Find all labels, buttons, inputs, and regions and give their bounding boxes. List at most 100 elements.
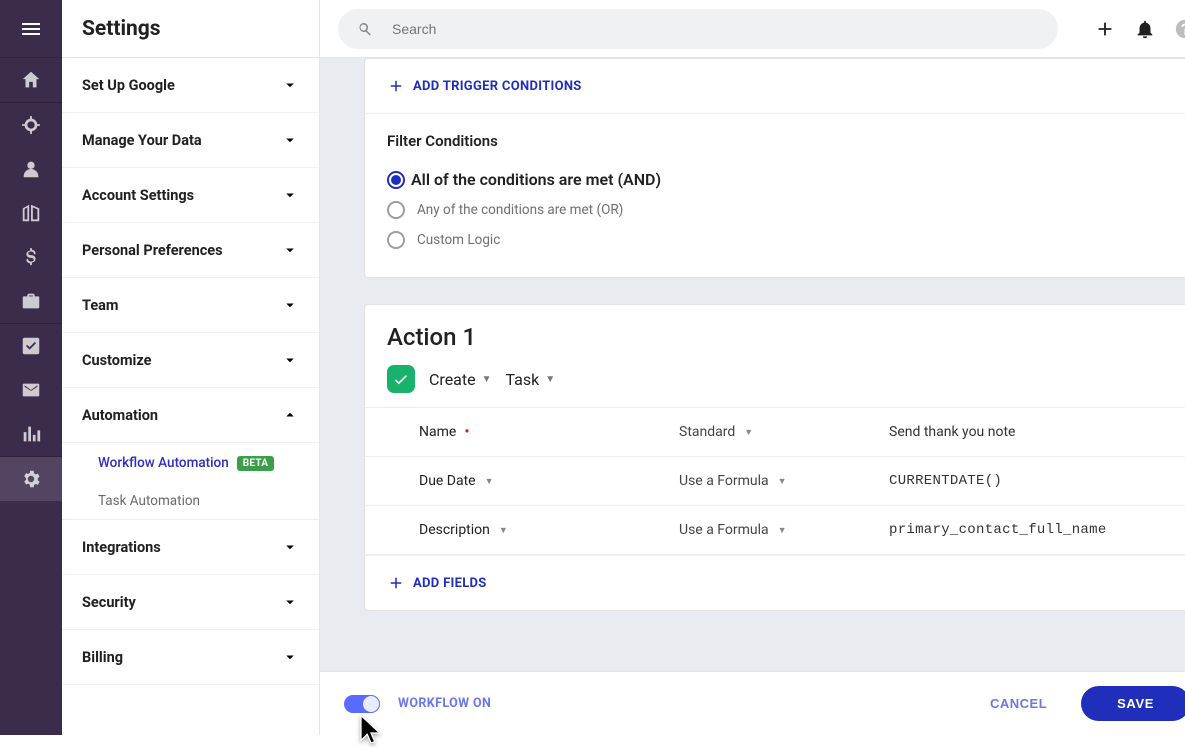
sidebar-item[interactable]: Manage Your Data [62,113,319,168]
search-input[interactable] [390,20,1040,38]
sidebar-item-label: Team [82,297,118,314]
settings-sidebar: Settings Set Up GoogleManage Your DataAc… [62,0,320,735]
field-row: Name•Standard▼Send thank you note [365,408,1185,457]
sidebar-item-label: Personal Preferences [82,242,223,259]
chevron-down-icon [281,241,299,259]
action-status-icon [387,365,415,393]
sidebar-item[interactable]: Automation [62,388,319,443]
search-icon [356,20,374,38]
nav-target[interactable] [0,103,62,147]
field-value[interactable]: Send thank you note [889,424,1171,440]
notifications-button[interactable] [1134,18,1156,40]
add-trigger-conditions-button[interactable]: ADD TRIGGER CONDITIONS [365,59,1185,114]
person-icon [20,158,42,180]
nav-chart[interactable] [0,412,62,456]
nav-home[interactable] [0,58,62,102]
nav-person[interactable] [0,147,62,191]
filter-radio-option[interactable]: All of the conditions are met (AND) [387,164,1171,195]
nav-check[interactable] [0,324,62,368]
filter-conditions-section: Filter Conditions All of the conditions … [365,114,1185,277]
field-name-select[interactable]: Name• [419,424,679,440]
nav-briefcase[interactable] [0,279,62,323]
action-title: Action 1 [387,323,1171,351]
add-button[interactable] [1094,18,1116,40]
caret-down-icon: ▼ [778,525,787,536]
field-name-label: Name [419,424,456,440]
save-button[interactable]: SAVE [1081,686,1185,721]
caret-down-icon: ▼ [485,476,494,487]
sidebar-item[interactable]: Account Settings [62,168,319,223]
help-icon [1174,18,1185,40]
chevron-up-icon [281,406,299,424]
help-button[interactable] [1174,18,1185,40]
app-rail [0,0,62,735]
caret-down-icon: ▼ [482,374,492,385]
sidebar-item-label: Security [82,594,136,611]
content-area: ADD TRIGGER CONDITIONS Filter Conditions… [320,58,1185,671]
plus-icon [1094,18,1116,40]
action-verb-label: Create [429,370,476,389]
gear-icon [20,468,42,490]
plus-icon [387,574,405,592]
sidebar-item[interactable]: Integrations [62,520,319,575]
nav-building[interactable] [0,191,62,235]
filter-radio-option[interactable]: Any of the conditions are met (OR) [387,195,1171,225]
field-name-select[interactable]: Due Date ▼ [419,473,679,489]
add-fields-button[interactable]: ADD FIELDS [365,555,1185,610]
building-icon [20,202,42,224]
cursor-pointer-icon [356,713,386,747]
filter-radio-option[interactable]: Custom Logic [387,225,1171,255]
chevron-down-icon [281,351,299,369]
caret-down-icon: ▼ [778,476,787,487]
field-mode-select[interactable]: Standard▼ [679,424,889,440]
sidebar-item[interactable]: Team [62,278,319,333]
chevron-down-icon [281,186,299,204]
sidebar-subitem-label: Task Automation [98,493,200,509]
field-mode-select[interactable]: Use a Formula ▼ [679,473,889,489]
sidebar-item[interactable]: Billing [62,630,319,685]
sidebar-item-label: Set Up Google [82,77,175,94]
action-verb-select[interactable]: Create ▼ [429,370,492,389]
add-fields-label: ADD FIELDS [413,576,487,591]
add-trigger-label: ADD TRIGGER CONDITIONS [413,79,582,94]
menu-button[interactable] [0,0,62,58]
chevron-down-icon [281,296,299,314]
field-name-select[interactable]: Description▼ [419,522,679,538]
sidebar-item-label: Billing [82,649,123,666]
sidebar-item-label: Manage Your Data [82,132,202,149]
bell-icon [1134,18,1156,40]
checkbox-icon [20,335,42,357]
chart-icon [20,423,42,445]
action-object-label: Task [506,370,540,389]
field-mode-select[interactable]: Use a Formula▼ [679,522,889,538]
filter-radio-label: Custom Logic [417,232,500,248]
sidebar-item[interactable]: Set Up Google [62,58,319,113]
action-object-select[interactable]: Task▼ [506,370,556,389]
mail-icon [20,379,42,401]
radio-icon [387,231,405,249]
field-name-label: Due Date [419,473,476,489]
chevron-down-icon [281,538,299,556]
trigger-card: ADD TRIGGER CONDITIONS Filter Conditions… [364,58,1185,278]
nav-settings[interactable] [0,457,62,501]
field-row: Due Date ▼ Use a Formula ▼ CURRENTDATE() [365,457,1185,506]
field-name-label: Description [419,522,490,538]
sidebar-subitem[interactable]: Task Automation [62,481,319,519]
field-value[interactable]: CURRENTDATE() [889,473,1171,489]
sidebar-item-label: Account Settings [82,187,194,204]
sidebar-item[interactable]: Customize [62,333,319,388]
nav-dollar[interactable] [0,235,62,279]
workflow-toggle-label: WORKFLOW ON [398,696,491,711]
nav-mail[interactable] [0,368,62,412]
sidebar-subitem[interactable]: Workflow AutomationBETA [62,443,319,481]
field-value[interactable]: primary_contact_full_name [889,522,1171,538]
cancel-button[interactable]: CANCEL [974,688,1063,719]
radio-icon [387,171,405,189]
target-icon [20,114,42,136]
footer-bar: WORKFLOW ON CANCEL SAVE [320,671,1185,735]
search-container[interactable] [338,9,1058,49]
sidebar-item[interactable]: Security [62,575,319,630]
workflow-toggle[interactable] [344,695,380,713]
field-mode-label: Use a Formula [679,473,769,489]
sidebar-item[interactable]: Personal Preferences [62,223,319,278]
